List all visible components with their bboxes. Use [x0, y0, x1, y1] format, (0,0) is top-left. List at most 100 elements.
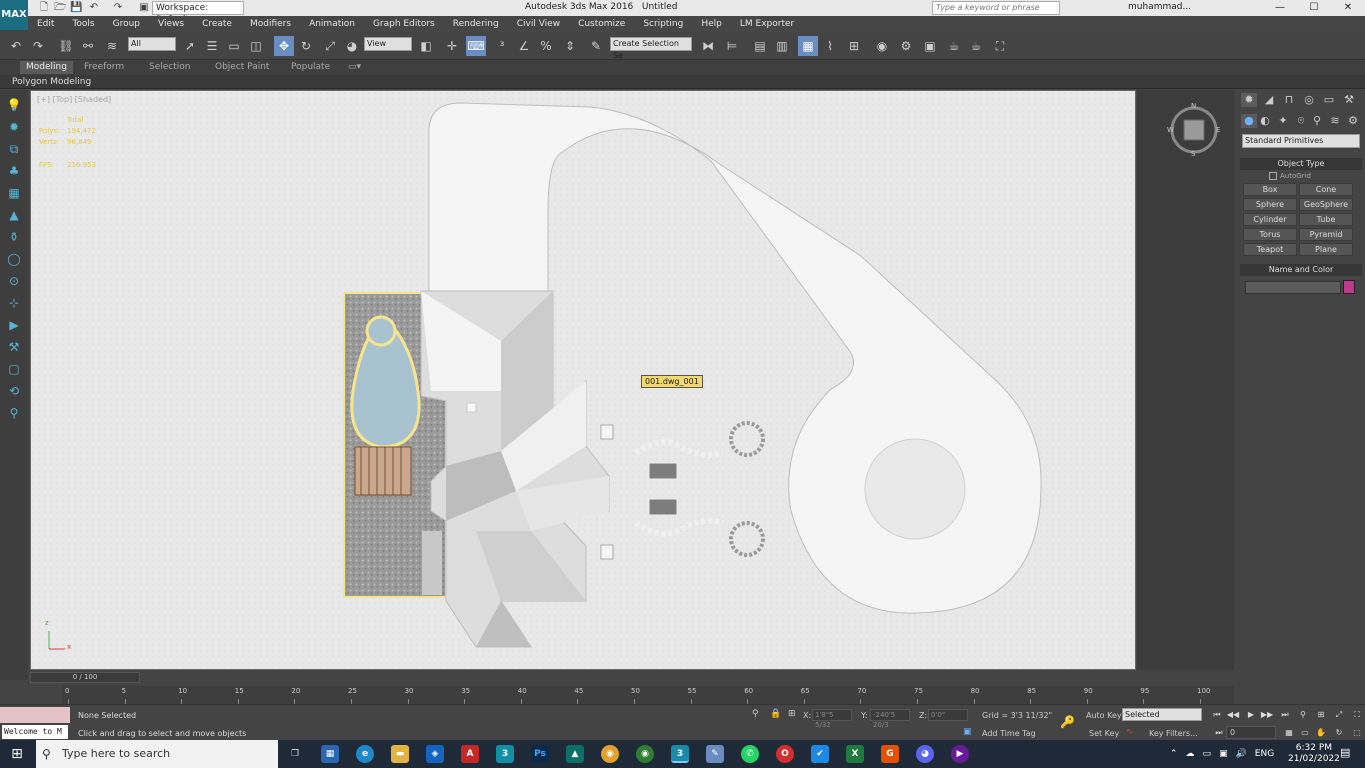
create-tab-icon[interactable]: ✹ — [1241, 93, 1257, 107]
media-app-icon[interactable]: ▶ — [951, 745, 969, 763]
absolute-mode-icon[interactable]: ⊞ — [788, 709, 796, 719]
viewport-label[interactable]: [+] [Top] [Shaded] — [37, 95, 111, 104]
menu-customize[interactable]: Customize — [569, 16, 634, 32]
systems-icon[interactable]: ⚙ — [1345, 114, 1361, 128]
zoom-icon[interactable]: ⚲ — [1296, 709, 1310, 721]
camera-icon[interactable]: ⊙ — [5, 272, 23, 290]
viewport-top[interactable]: [+] [Top] [Shaded] Total Polys: 194,472 V… — [30, 90, 1136, 670]
close-button[interactable]: ✕ — [1336, 1, 1360, 15]
modify-tab-icon[interactable]: ◢ — [1261, 93, 1277, 107]
tree-icon[interactable]: ♣ — [5, 162, 23, 180]
windows-start-icon[interactable]: ⊞ — [0, 740, 34, 768]
file-explorer-app-icon[interactable]: ▬ — [391, 745, 409, 763]
name-color-rollout-header[interactable]: Name and Color — [1240, 264, 1362, 276]
key-filters-button[interactable]: Key Filters... — [1149, 729, 1198, 738]
orbit-icon[interactable]: ⟲ — [5, 382, 23, 400]
spacewarps-icon[interactable]: ≋ — [1327, 114, 1343, 128]
rendered-frame-icon[interactable]: ▣ — [920, 36, 940, 56]
select-by-name-icon[interactable]: ☰ — [202, 36, 222, 56]
select-object-icon[interactable]: ➚ — [180, 36, 200, 56]
network-icon[interactable]: ▭ — [1203, 749, 1212, 759]
render-production-icon[interactable]: ☕ — [944, 36, 964, 56]
undo-icon[interactable]: ↶ — [88, 2, 100, 14]
window-crossing-icon[interactable]: ◫ — [246, 36, 266, 56]
select-manipulate-icon[interactable]: ✛ — [442, 36, 462, 56]
store-app-icon[interactable]: ◈ — [426, 745, 444, 763]
bulb-off-icon[interactable]: ⚲ — [5, 404, 23, 422]
todo-app-icon[interactable]: ✔ — [811, 745, 829, 763]
cameras-icon[interactable]: ⌾ — [1293, 114, 1309, 128]
new-file-icon[interactable]: 🗋 — [38, 2, 50, 14]
ribbon-panel-title[interactable]: Polygon Modeling — [0, 75, 1365, 89]
pyramid-button[interactable]: Pyramid — [1299, 228, 1353, 241]
select-place-icon[interactable]: ◕ — [342, 36, 362, 56]
sun-icon[interactable]: ✹ — [5, 118, 23, 136]
lights-icon[interactable]: ✦ — [1275, 114, 1291, 128]
angle-snap-icon[interactable]: ∠ — [514, 36, 534, 56]
task-view-icon[interactable]: ❐ — [286, 745, 304, 763]
autogrid-box[interactable] — [1269, 172, 1277, 180]
tab-modeling[interactable]: Modeling — [20, 61, 73, 74]
save-icon[interactable]: 💾 — [70, 2, 82, 14]
geometry-icon[interactable]: ● — [1241, 114, 1257, 128]
selection-filter-dropdown[interactable]: All — [128, 37, 176, 51]
key-icon[interactable]: 🔑 — [1060, 715, 1075, 729]
maxscript-mini-listener[interactable]: Welcome to M — [2, 725, 68, 739]
maximize-viewport-icon[interactable]: ⬚ — [1350, 727, 1364, 739]
percent-snap-icon[interactable]: % — [536, 36, 556, 56]
y-coordinate-field[interactable]: -240'5 20/3 — [870, 709, 910, 729]
align-icon[interactable]: ⊨ — [722, 36, 742, 56]
tools-icon[interactable]: ⚒ — [5, 338, 23, 356]
tab-populate[interactable]: Populate — [291, 61, 330, 74]
utilities-tab-icon[interactable]: ⚒ — [1341, 93, 1357, 107]
torus-button[interactable]: Torus — [1243, 228, 1297, 241]
menu-edit[interactable]: Edit — [28, 16, 63, 32]
link-icon[interactable]: ⛓ — [56, 36, 76, 56]
toggle-ribbon-icon[interactable]: ▦ — [798, 36, 818, 56]
notifications-icon[interactable]: ▤ — [1340, 746, 1350, 759]
select-rotate-icon[interactable]: ↻ — [296, 36, 316, 56]
edge-app-icon[interactable]: e — [356, 745, 374, 763]
app-logo-icon[interactable]: MAX — [0, 0, 28, 30]
next-frame-icon[interactable]: ▶▶ — [1260, 709, 1274, 721]
menu-tools[interactable]: Tools — [63, 16, 103, 32]
z-coordinate-field[interactable]: 0'0" — [928, 709, 968, 721]
motion-tab-icon[interactable]: ◎ — [1301, 93, 1317, 107]
go-to-start-icon[interactable]: ⏮ — [1210, 709, 1224, 721]
auto-key-button[interactable]: Auto Key — [1086, 711, 1122, 720]
tray-chevron-icon[interactable]: ⌃ — [1170, 749, 1178, 759]
menu-rendering[interactable]: Rendering — [444, 16, 508, 32]
mirror-icon[interactable]: ⧓ — [698, 36, 718, 56]
play-icon[interactable]: ▶ — [1244, 709, 1258, 721]
keyboard-shortcut-override-icon[interactable]: ⌨ — [466, 36, 486, 56]
track-bar[interactable]: 0 5 10 15 20 25 30 35 40 45 50 55 60 65 70 75 80 85 90 95 10… — [62, 686, 1234, 704]
excel-app-icon[interactable]: X — [846, 745, 864, 763]
maxscript-listener-output[interactable] — [0, 707, 70, 723]
add-time-tag-button[interactable]: Add Time Tag — [982, 729, 1036, 738]
bind-spacewarp-icon[interactable]: ≋ — [102, 36, 122, 56]
tab-object-paint[interactable]: Object Paint — [215, 61, 269, 74]
cone-button[interactable]: Cone — [1299, 183, 1353, 196]
key-mode-dropdown[interactable]: Selected — [1122, 708, 1202, 721]
grid-icon[interactable]: ⊹ — [5, 294, 23, 312]
object-color-swatch[interactable] — [1343, 280, 1355, 294]
render-online-icon[interactable]: ⛶ — [990, 36, 1010, 56]
render-setup-icon[interactable]: ⚙ — [896, 36, 916, 56]
chrome-app-icon[interactable]: ◉ — [601, 745, 619, 763]
3dsmax-app-icon[interactable]: 3 — [496, 745, 514, 763]
object-type-rollout-header[interactable]: Object Type — [1240, 158, 1362, 170]
snaps-toggle-icon[interactable]: ³ — [492, 36, 512, 56]
tube-button[interactable]: Tube — [1299, 213, 1353, 226]
previous-frame-icon[interactable]: ◀◀ — [1226, 709, 1240, 721]
redo-icon[interactable]: ↷ — [112, 2, 124, 14]
ring-icon[interactable]: ◯ — [5, 250, 23, 268]
menu-lm-exporter[interactable]: LM Exporter — [731, 16, 803, 32]
schematic-view-icon[interactable]: ⊞ — [844, 36, 864, 56]
menu-modifiers[interactable]: Modifiers — [241, 16, 300, 32]
volume-icon[interactable]: 🔊 — [1236, 749, 1247, 759]
menu-graph-editors[interactable]: Graph Editors — [364, 16, 444, 32]
notes-app-icon[interactable]: ✎ — [706, 745, 724, 763]
curve-editor-icon[interactable]: ⌇ — [820, 36, 840, 56]
edit-named-selection-icon[interactable]: ✎ — [586, 36, 606, 56]
help-search-input[interactable]: Type a keyword or phrase — [932, 1, 1060, 15]
